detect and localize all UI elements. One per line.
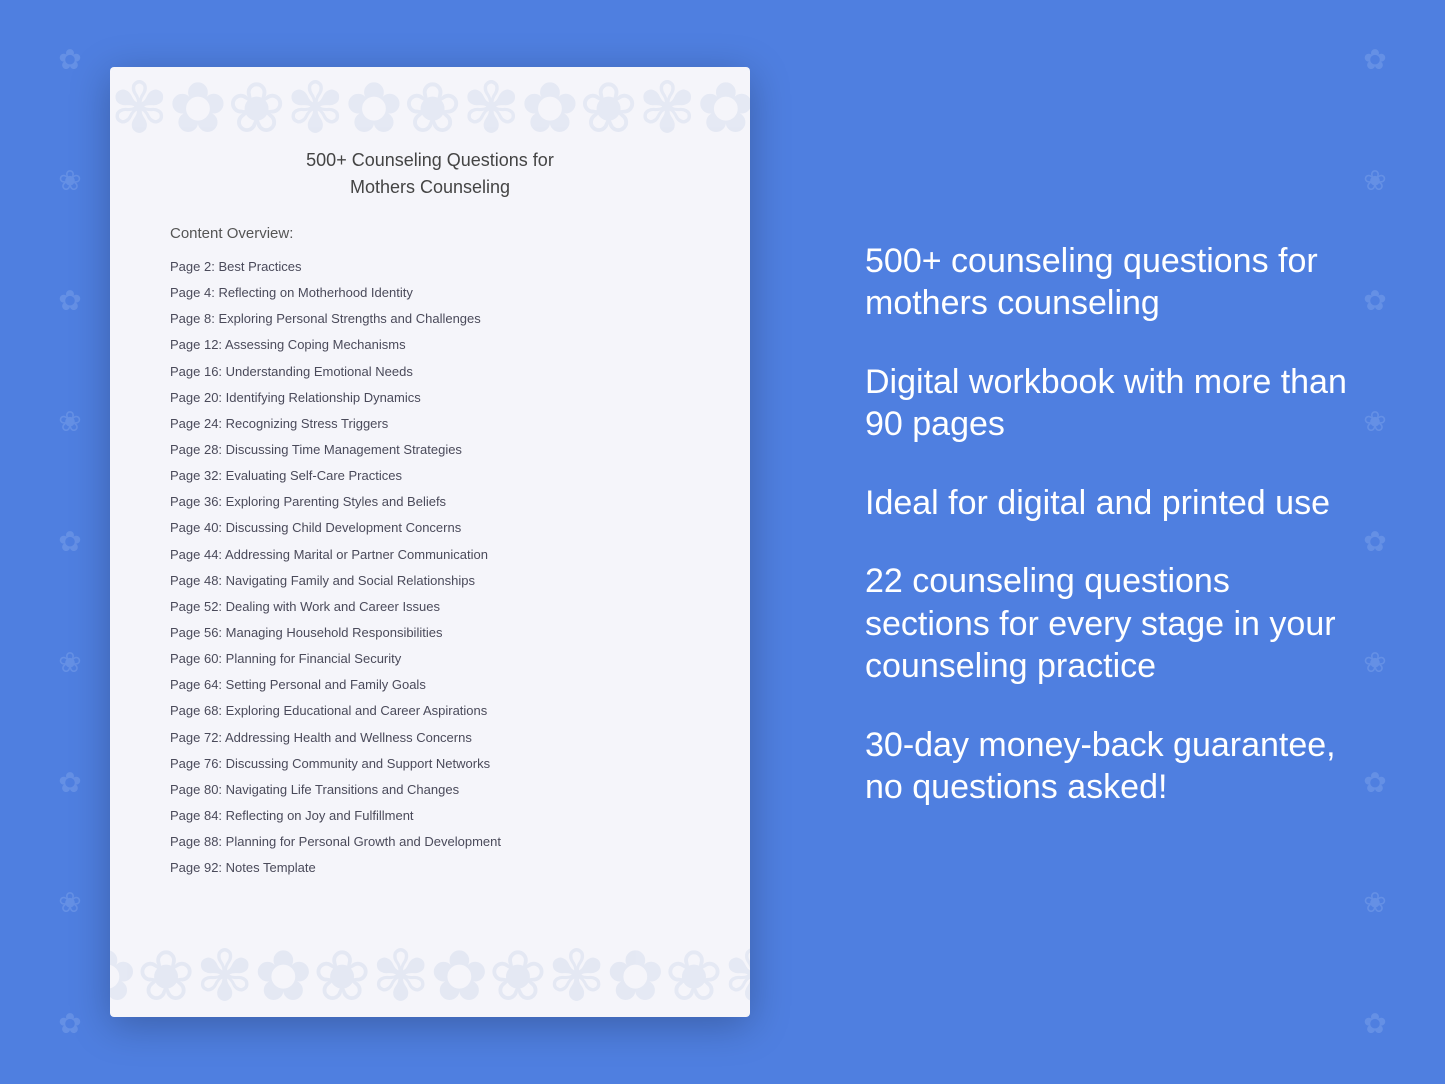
toc-item: Page 80: Navigating Life Transitions and… bbox=[170, 777, 690, 803]
toc-item: Page 60: Planning for Financial Security bbox=[170, 646, 690, 672]
info-block: 22 counseling questions sections for eve… bbox=[865, 560, 1355, 688]
table-of-contents: Page 2: Best PracticesPage 4: Reflecting… bbox=[170, 254, 690, 881]
toc-item: Page 28: Discussing Time Management Stra… bbox=[170, 437, 690, 463]
toc-item: Page 68: Exploring Educational and Caree… bbox=[170, 698, 690, 724]
toc-item: Page 16: Understanding Emotional Needs bbox=[170, 359, 690, 385]
content-overview-label: Content Overview: bbox=[170, 225, 690, 242]
toc-item: Page 52: Dealing with Work and Career Is… bbox=[170, 594, 690, 620]
toc-item: Page 84: Reflecting on Joy and Fulfillme… bbox=[170, 803, 690, 829]
toc-item: Page 88: Planning for Personal Growth an… bbox=[170, 829, 690, 855]
doc-watermark-bottom: ✾✿❀✾✿❀✾✿❀✾✿❀✾✿ bbox=[110, 927, 750, 1017]
info-block: 500+ counseling questions for mothers co… bbox=[865, 240, 1355, 325]
toc-item: Page 32: Evaluating Self-Care Practices bbox=[170, 463, 690, 489]
toc-item: Page 56: Managing Household Responsibili… bbox=[170, 620, 690, 646]
toc-item: Page 44: Addressing Marital or Partner C… bbox=[170, 542, 690, 568]
toc-item: Page 20: Identifying Relationship Dynami… bbox=[170, 385, 690, 411]
toc-item: Page 36: Exploring Parenting Styles and … bbox=[170, 489, 690, 515]
info-panel: 500+ counseling questions for mothers co… bbox=[845, 0, 1375, 1084]
toc-item: Page 12: Assessing Coping Mechanisms bbox=[170, 332, 690, 358]
info-text: 22 counseling questions sections for eve… bbox=[865, 560, 1355, 688]
info-text: Digital workbook with more than 90 pages bbox=[865, 361, 1355, 446]
info-block: Digital workbook with more than 90 pages bbox=[865, 361, 1355, 446]
info-text: Ideal for digital and printed use bbox=[865, 482, 1355, 525]
toc-item: Page 92: Notes Template bbox=[170, 855, 690, 881]
info-block: Ideal for digital and printed use bbox=[865, 482, 1355, 525]
toc-item: Page 2: Best Practices bbox=[170, 254, 690, 280]
toc-item: Page 8: Exploring Personal Strengths and… bbox=[170, 306, 690, 332]
toc-item: Page 64: Setting Personal and Family Goa… bbox=[170, 672, 690, 698]
toc-item: Page 72: Addressing Health and Wellness … bbox=[170, 725, 690, 751]
toc-item: Page 24: Recognizing Stress Triggers bbox=[170, 411, 690, 437]
document-panel: ✾✿❀✾✿❀✾✿❀✾✿❀✾✿ 500+ Counseling Questions… bbox=[110, 67, 750, 1017]
toc-item: Page 40: Discussing Child Development Co… bbox=[170, 515, 690, 541]
toc-item: Page 76: Discussing Community and Suppor… bbox=[170, 751, 690, 777]
info-text: 500+ counseling questions for mothers co… bbox=[865, 240, 1355, 325]
info-text: 30-day money-back guarantee, no question… bbox=[865, 724, 1355, 809]
toc-item: Page 4: Reflecting on Motherhood Identit… bbox=[170, 280, 690, 306]
doc-watermark-top: ✾✿❀✾✿❀✾✿❀✾✿❀✾✿ bbox=[110, 67, 750, 157]
toc-item: Page 48: Navigating Family and Social Re… bbox=[170, 568, 690, 594]
info-block: 30-day money-back guarantee, no question… bbox=[865, 724, 1355, 809]
